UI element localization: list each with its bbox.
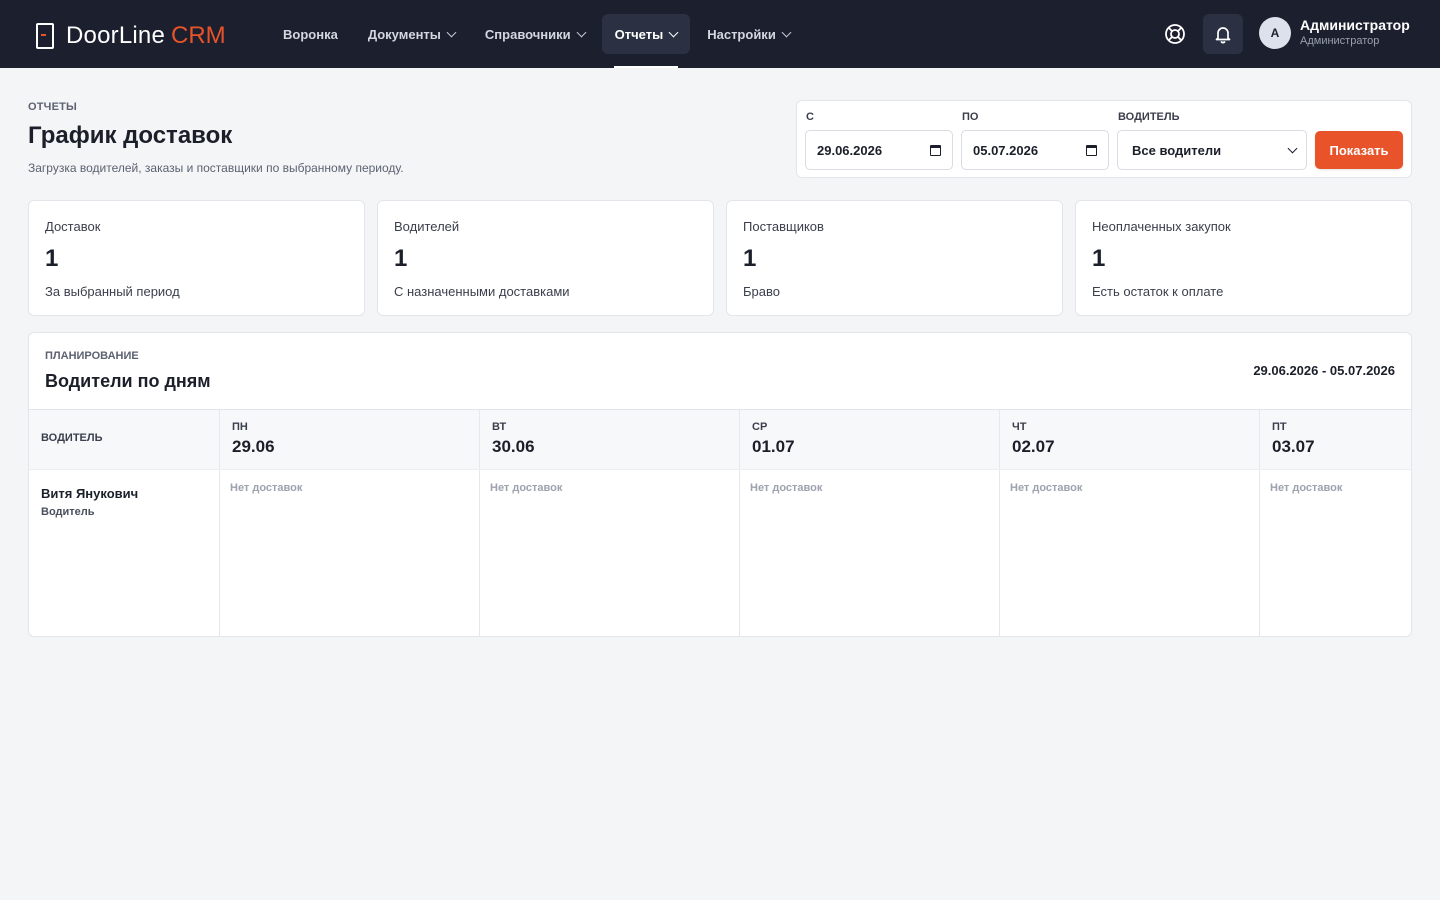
date-from-label: С (806, 111, 814, 123)
chevron-down-icon (446, 27, 457, 37)
stat-note: Браво (743, 284, 780, 299)
bell-icon (1215, 27, 1231, 44)
day-name: ЧТ (1012, 421, 1027, 433)
empty-day-label: Нет доставок (230, 482, 303, 494)
chevron-down-icon (576, 27, 587, 37)
stat-value: 1 (394, 245, 408, 272)
driver-select-value: Все водители (1132, 142, 1222, 158)
avatar: А (1259, 17, 1291, 49)
driver-cell[interactable]: Витя Янукович Водитель (29, 470, 219, 636)
day-date: 30.06 (492, 437, 535, 456)
day-column-header: ПН 29.06 (219, 410, 479, 469)
chevron-down-icon (781, 27, 792, 37)
nav-item-settings[interactable]: Настройки (694, 14, 803, 54)
day-column-header: ВТ 30.06 (479, 410, 739, 469)
stat-card-unpaid-purchases: Неоплаченных закупок 1 Есть остаток к оп… (1075, 200, 1412, 316)
nav-item-label: Настройки (707, 26, 776, 42)
lifebuoy-icon (1165, 24, 1185, 44)
empty-day-label: Нет доставок (750, 482, 823, 494)
empty-day-label: Нет доставок (490, 482, 563, 494)
nav-item-label: Справочники (484, 26, 571, 42)
driver-select[interactable]: Все водители (1117, 130, 1307, 170)
door-logo-icon (36, 23, 54, 49)
driver-header-label: ВОДИТЕЛЬ (41, 432, 103, 444)
day-name: ПТ (1272, 421, 1287, 433)
stat-label: Поставщиков (743, 219, 824, 234)
nav-item-label: Отчеты (614, 26, 664, 42)
empty-day-label: Нет доставок (1270, 482, 1343, 494)
schedule-date-range: 29.06.2026 - 05.07.2026 (1253, 363, 1395, 378)
driver-name: Витя Янукович (41, 486, 139, 501)
stat-card-suppliers: Поставщиков 1 Браво (726, 200, 1063, 316)
day-name: ПН (232, 421, 248, 433)
day-column-header: ПТ 03.07 (1259, 410, 1411, 469)
day-date: 02.07 (1012, 437, 1055, 456)
day-cell[interactable]: Нет доставок (1259, 470, 1411, 636)
nav-item-label: Воронка (283, 26, 338, 42)
date-to-value: 05.07.2026 (973, 142, 1039, 158)
nav-item-documents[interactable]: Документы (355, 14, 468, 54)
day-name: СР (752, 421, 768, 433)
app-logo[interactable]: DoorLine CRM (36, 22, 226, 50)
date-from-input[interactable]: 29.06.2026 (805, 130, 953, 170)
filter-panel: С 29.06.2026 ПО 05.07.2026 ВОДИТЕЛЬ Все … (796, 100, 1412, 178)
logo-text: DoorLine (66, 22, 165, 49)
page-title: График доставок (28, 122, 233, 149)
nav-item-directories[interactable]: Справочники (472, 14, 598, 54)
notifications-button[interactable] (1203, 14, 1243, 54)
logo-accent: CRM (171, 22, 226, 49)
stat-card-drivers: Водителей 1 С назначенными доставками (377, 200, 714, 316)
top-bar: DoorLine CRM Воронка Документы Справочни… (0, 0, 1440, 68)
date-to-label: ПО (962, 111, 979, 123)
main-nav: Воронка Документы Справочники Отчеты Нас… (270, 14, 807, 68)
day-date: 29.06 (232, 437, 275, 456)
stat-label: Доставок (45, 219, 101, 234)
stat-note: С назначенными доставками (394, 284, 570, 299)
schedule-eyebrow: ПЛАНИРОВАНИЕ (45, 350, 139, 362)
driver-role: Водитель (41, 506, 95, 518)
driver-column-header: ВОДИТЕЛЬ (29, 410, 219, 469)
table-row: Витя Янукович Водитель Нет доставок Нет … (29, 470, 1411, 636)
day-column-header: СР 01.07 (739, 410, 999, 469)
page-subtitle: Загрузка водителей, заказы и поставщики … (28, 161, 404, 175)
day-column-header: ЧТ 02.07 (999, 410, 1259, 469)
day-cell[interactable]: Нет доставок (739, 470, 999, 636)
nav-item-reports[interactable]: Отчеты (601, 14, 691, 68)
stat-note: Есть остаток к оплате (1092, 284, 1224, 299)
nav-item-label: Документы (367, 26, 441, 42)
help-button[interactable] (1155, 14, 1195, 54)
stat-label: Водителей (394, 219, 460, 234)
chevron-down-icon (1287, 143, 1298, 153)
stat-label: Неоплаченных закупок (1092, 219, 1231, 234)
page-eyebrow: ОТЧЕТЫ (28, 101, 78, 113)
driver-schedule-panel: ПЛАНИРОВАНИЕ Водители по дням 29.06.2026… (28, 332, 1412, 637)
day-cell[interactable]: Нет доставок (219, 470, 479, 636)
user-name: Администратор (1300, 17, 1410, 33)
calendar-icon[interactable] (930, 144, 941, 156)
schedule-title: Водители по дням (45, 371, 211, 391)
day-cell[interactable]: Нет доставок (999, 470, 1259, 636)
active-nav-indicator (613, 66, 679, 68)
user-menu[interactable]: А Администратор Администратор (1259, 17, 1410, 49)
schedule-header-row: ВОДИТЕЛЬ ПН 29.06 ВТ 30.06 СР 01.07 ЧТ 0… (29, 409, 1411, 470)
empty-day-label: Нет доставок (1010, 482, 1083, 494)
day-date: 01.07 (752, 437, 795, 456)
date-from-value: 29.06.2026 (817, 142, 883, 158)
date-to-input[interactable]: 05.07.2026 (961, 130, 1109, 170)
show-button[interactable]: Показать (1315, 131, 1403, 169)
stat-value: 1 (743, 245, 757, 272)
nav-item-funnel[interactable]: Воронка (270, 14, 351, 54)
calendar-icon[interactable] (1086, 144, 1097, 156)
chevron-down-icon (668, 27, 679, 37)
stat-value: 1 (45, 245, 59, 272)
driver-label: ВОДИТЕЛЬ (1118, 111, 1180, 123)
stat-card-deliveries: Доставок 1 За выбранный период (28, 200, 365, 316)
day-date: 03.07 (1272, 437, 1315, 456)
day-cell[interactable]: Нет доставок (479, 470, 739, 636)
stat-value: 1 (1092, 245, 1106, 272)
user-role: Администратор (1300, 35, 1380, 47)
stat-note: За выбранный период (45, 284, 180, 299)
day-name: ВТ (492, 421, 507, 433)
